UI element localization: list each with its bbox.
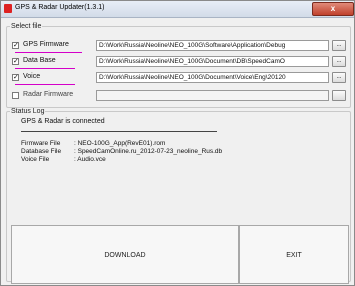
annotation-underline	[15, 52, 82, 53]
radar-firmware-checkbox[interactable]	[12, 92, 19, 99]
voice-row: ✓ Voice D:\Work\Russia\Neoline\NEO_100G\…	[12, 72, 347, 85]
updater-window: GPS & Radar Updater(1.3.1) x Select file…	[0, 0, 355, 286]
voice-path-field[interactable]: D:\Work\Russia\Neoline\NEO_100G\Document…	[96, 72, 329, 83]
status-message: GPS & Radar is connected	[21, 118, 105, 125]
close-icon: x	[330, 4, 336, 13]
voice-label[interactable]: Voice	[23, 73, 40, 80]
app-icon	[4, 4, 12, 13]
exit-button[interactable]: EXIT	[239, 225, 349, 284]
download-button[interactable]: DOWNLOAD	[11, 225, 239, 284]
radar-firmware-path-field[interactable]	[96, 90, 329, 101]
download-button-label: DOWNLOAD	[104, 252, 146, 259]
window-title: GPS & Radar Updater(1.3.1)	[15, 4, 105, 11]
status-log-legend: Status Log	[11, 108, 45, 115]
database-file-label: Database File	[21, 148, 62, 155]
radar-firmware-row: Radar Firmware	[12, 90, 347, 102]
radar-firmware-browse-button[interactable]	[332, 90, 346, 101]
exit-button-label: EXIT	[286, 252, 302, 259]
close-button[interactable]: x	[312, 2, 354, 16]
database-row: ✓ Data Base D:\Work\Russia\Neoline\NEO_1…	[12, 56, 347, 69]
database-label[interactable]: Data Base	[23, 57, 56, 64]
title-bar[interactable]: GPS & Radar Updater(1.3.1) x	[1, 1, 354, 18]
database-checkbox[interactable]: ✓	[12, 58, 19, 65]
status-divider	[21, 131, 217, 132]
radar-firmware-label[interactable]: Radar Firmware	[23, 91, 73, 98]
gps-firmware-browse-button[interactable]: ...	[332, 40, 346, 51]
voice-file-label: Voice File	[21, 156, 50, 163]
voice-browse-button[interactable]: ...	[332, 72, 346, 83]
voice-file-value: : Audio.vce	[74, 156, 106, 163]
gps-firmware-label[interactable]: GPS Firmware	[23, 41, 69, 48]
database-path-field[interactable]: D:\Work\Russia\Neoline\NEO_100G\Document…	[96, 56, 329, 67]
database-file-value: : SpeedCamOnline.ru_2012-07-23_neoline_R…	[74, 148, 223, 155]
firmware-file-label: Firmware File	[21, 140, 61, 147]
annotation-underline	[15, 84, 75, 85]
voice-checkbox[interactable]: ✓	[12, 74, 19, 81]
gps-firmware-path-field[interactable]: D:\Work\Russia\Neoline\NEO_100G\Software…	[96, 40, 329, 51]
database-browse-button[interactable]: ...	[332, 56, 346, 67]
select-file-legend: Select file	[11, 23, 42, 30]
annotation-underline	[15, 68, 75, 69]
gps-firmware-row: ✓ GPS Firmware D:\Work\Russia\Neoline\NE…	[12, 40, 347, 53]
gps-firmware-checkbox[interactable]: ✓	[12, 42, 19, 49]
firmware-file-value: : NEO-100G_App(RevE01).rom	[74, 140, 166, 147]
